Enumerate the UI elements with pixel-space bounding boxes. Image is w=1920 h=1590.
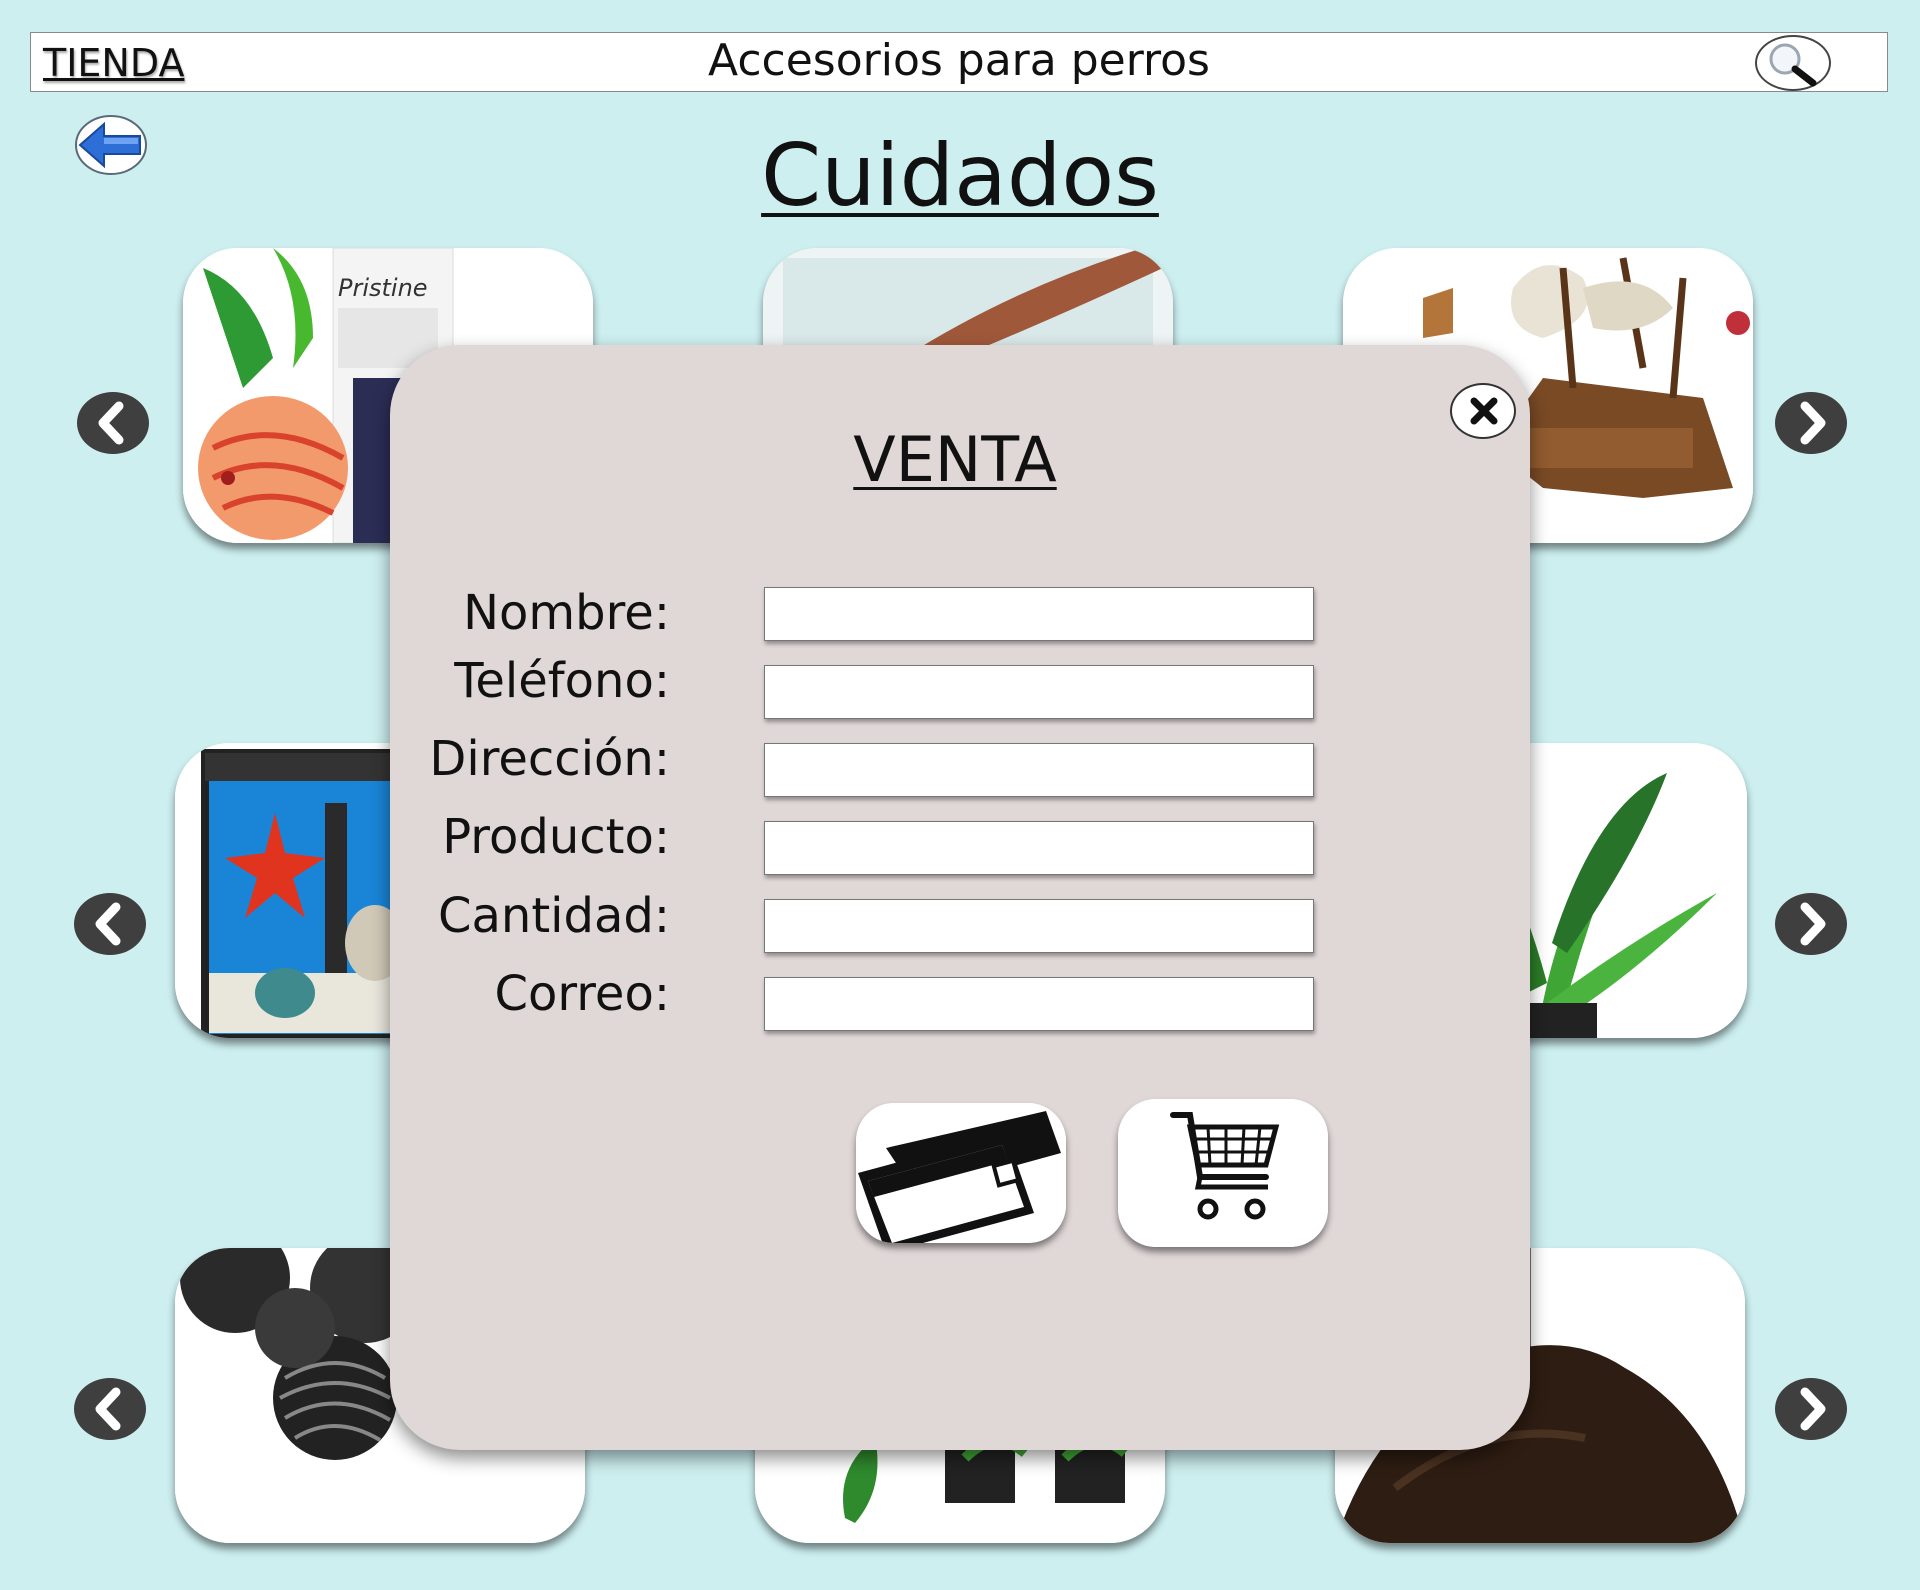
sale-modal: VENTA Nombre: Teléfono: Dirección: Produ…: [390, 345, 1530, 1450]
search-icon: [1769, 43, 1817, 87]
carousel-next-button[interactable]: [1775, 1378, 1847, 1440]
search-button[interactable]: [1755, 35, 1831, 91]
name-label: Nombre:: [463, 585, 670, 641]
top-bar: TIENDA Accesorios para perros: [30, 32, 1888, 92]
address-field[interactable]: [764, 743, 1314, 797]
chevron-left-icon: [95, 902, 121, 946]
carousel-prev-button[interactable]: [77, 392, 149, 454]
chevron-right-icon: [1800, 902, 1826, 946]
phone-label: Teléfono:: [454, 653, 670, 709]
product-label: Pristine: [338, 274, 428, 302]
chevron-left-icon: [95, 1387, 121, 1431]
carousel-prev-button[interactable]: [74, 893, 146, 955]
quantity-label: Cantidad:: [437, 888, 670, 944]
page-title: Cuidados: [761, 126, 1159, 226]
chevron-right-icon: [1800, 1387, 1826, 1431]
chevron-right-icon: [1800, 401, 1826, 445]
carousel-next-button[interactable]: [1775, 392, 1847, 454]
carousel-prev-button[interactable]: [74, 1378, 146, 1440]
shopping-cart-icon: [1118, 1099, 1328, 1247]
email-label: Correo:: [494, 966, 670, 1022]
chevron-left-icon: [98, 401, 124, 445]
phone-field[interactable]: [764, 665, 1314, 719]
quantity-field[interactable]: [764, 899, 1314, 953]
product-label: Producto:: [442, 809, 670, 865]
name-field[interactable]: [764, 587, 1314, 641]
address-label: Dirección:: [429, 731, 670, 787]
credit-card-icon: [856, 1103, 1066, 1243]
email-field[interactable]: [764, 977, 1314, 1031]
product-field[interactable]: [764, 821, 1314, 875]
header-title: Accesorios para perros: [708, 35, 1210, 86]
close-icon: [1470, 397, 1498, 425]
modal-title: VENTA: [853, 423, 1057, 496]
carousel-next-button[interactable]: [1775, 893, 1847, 955]
pay-card-button[interactable]: [856, 1103, 1066, 1243]
add-to-cart-button[interactable]: [1118, 1099, 1328, 1247]
